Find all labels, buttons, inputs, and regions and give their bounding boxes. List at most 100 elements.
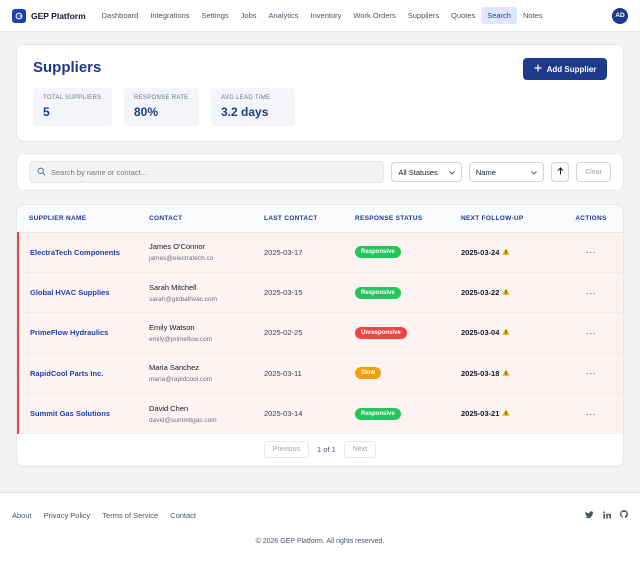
column-header-supplier-name[interactable]: Supplier Name xyxy=(18,205,149,233)
table-header-row: Supplier Name Contact Last Contact Respo… xyxy=(18,205,623,233)
nav-item-jobs[interactable]: Jobs xyxy=(235,7,263,24)
column-header-last-contact[interactable]: Last Contact xyxy=(264,205,355,233)
contact-name: Emily Watson xyxy=(149,322,195,332)
sort-value: Name xyxy=(475,167,496,177)
supplier-name-cell: ElectraTech Components xyxy=(17,232,149,273)
stat-avg-lead-time: Avg Lead Time 3.2 days xyxy=(211,88,295,126)
more-actions-icon[interactable]: ··· xyxy=(586,247,597,257)
follow-up-value: 2025-03-04 xyxy=(461,328,511,338)
twitter-icon[interactable] xyxy=(585,510,594,521)
last-contact-date: 2025-03-14 xyxy=(264,409,303,419)
more-actions-icon[interactable]: ··· xyxy=(586,288,597,298)
more-actions-icon[interactable]: ··· xyxy=(586,328,597,338)
response-status-badge: Responsive xyxy=(355,246,401,259)
stat-label: Total Suppliers xyxy=(43,95,102,101)
nav-item-suppliers[interactable]: Suppliers xyxy=(402,7,445,24)
table-row[interactable]: ElectraTech Components James O'Connor jame… xyxy=(17,232,623,273)
linkedin-icon[interactable] xyxy=(603,510,611,521)
brand[interactable]: GEP Platform xyxy=(12,8,86,23)
contact-cell: Emily Watson emily@primeflow.com xyxy=(149,313,264,353)
contact-email: emily@primeflow.com xyxy=(149,335,213,343)
contact-name: James O'Connor xyxy=(149,242,206,252)
page-footer: About Privacy Policy Terms of Service Conta… xyxy=(0,492,640,563)
footer-link-contact[interactable]: Contact xyxy=(170,511,196,520)
nav-item-integrations[interactable]: Integrations xyxy=(144,7,195,24)
nav-menu: Dashboard Integrations Settings Jobs Analyti… xyxy=(96,7,612,24)
table-row[interactable]: Global HVAC Supplies Sarah Mitchell sarah@… xyxy=(17,272,623,313)
warning-icon xyxy=(502,369,511,378)
nav-item-analytics[interactable]: Analytics xyxy=(263,7,305,24)
column-header-actions: Actions xyxy=(559,205,623,233)
contact-name: Sarah Mitchell xyxy=(149,282,197,292)
stat-label: Response Rate xyxy=(134,95,189,101)
column-header-next-follow-up[interactable]: Next Follow-up xyxy=(461,205,559,233)
column-header-contact[interactable]: Contact xyxy=(149,205,264,233)
next-follow-up-cell: 2025-03-24 xyxy=(461,232,559,272)
supplier-name-link[interactable]: ElectraTech Components xyxy=(30,248,120,257)
supplier-name-link[interactable]: PrimeFlow Hydraulics xyxy=(30,328,108,337)
table-row[interactable]: PrimeFlow Hydraulics Emily Watson emily@pr… xyxy=(17,312,623,354)
follow-up-date: 2025-03-24 xyxy=(461,247,500,257)
table-row[interactable]: Summit Gas Solutions David Chen david@summ… xyxy=(17,393,623,434)
last-contact-date: 2025-03-15 xyxy=(264,288,303,298)
supplier-name-cell: Summit Gas Solutions xyxy=(17,393,149,434)
more-actions-icon[interactable]: ··· xyxy=(586,368,597,378)
suppliers-header-card: Suppliers Add Supplier Total Suppliers 5… xyxy=(16,44,624,142)
response-status-cell: Responsive xyxy=(355,232,461,272)
github-icon[interactable] xyxy=(620,510,628,521)
footer-link-privacy-policy[interactable]: Privacy Policy xyxy=(44,511,91,520)
search-input[interactable] xyxy=(51,167,371,177)
suppliers-table-card: Supplier Name Contact Last Contact Respo… xyxy=(16,204,624,467)
clear-filters-button[interactable]: Clear xyxy=(576,162,611,182)
response-status-badge: Slow xyxy=(355,367,382,380)
add-supplier-label: Add Supplier xyxy=(546,64,597,74)
next-follow-up-cell: 2025-03-18 xyxy=(461,353,559,393)
brand-name: GEP Platform xyxy=(31,10,86,21)
table-row[interactable]: RapidCool Parts Inc. Maria Sanchez maria@r… xyxy=(17,353,623,394)
status-filter-select[interactable]: All Statuses xyxy=(391,162,462,182)
user-avatar[interactable]: AD xyxy=(612,7,628,24)
follow-up-date: 2025-03-04 xyxy=(461,328,500,338)
nav-item-search[interactable]: Search xyxy=(481,7,517,24)
add-supplier-button[interactable]: Add Supplier xyxy=(523,58,607,80)
nav-item-settings[interactable]: Settings xyxy=(196,7,235,24)
supplier-name-cell: PrimeFlow Hydraulics xyxy=(17,312,149,354)
next-follow-up-cell: 2025-03-22 xyxy=(461,272,559,312)
actions-cell: ··· xyxy=(559,232,623,272)
sort-direction-button[interactable] xyxy=(551,162,570,182)
status-filter-value: All Statuses xyxy=(398,167,438,177)
nav-item-work-orders[interactable]: Work Orders xyxy=(347,7,401,24)
contact-email: maria@rapidcool.com xyxy=(149,376,213,384)
next-page-button[interactable]: Next xyxy=(343,440,377,458)
more-actions-icon[interactable]: ··· xyxy=(586,409,597,419)
chevron-down-icon xyxy=(531,168,538,177)
chevron-down-icon xyxy=(449,168,455,177)
supplier-name-link[interactable]: Summit Gas Solutions xyxy=(30,409,110,418)
nav-item-notes[interactable]: Notes xyxy=(517,7,549,24)
follow-up-date: 2025-03-21 xyxy=(461,409,500,419)
next-follow-up-cell: 2025-03-04 xyxy=(461,313,559,353)
supplier-name-link[interactable]: RapidCool Parts Inc. xyxy=(30,369,103,378)
actions-cell: ··· xyxy=(559,394,623,434)
follow-up-value: 2025-03-21 xyxy=(461,409,511,419)
last-contact-date: 2025-03-17 xyxy=(264,247,303,257)
pagination: Previous 1 of 1 Next xyxy=(17,434,623,464)
nav-item-dashboard[interactable]: Dashboard xyxy=(96,7,145,24)
stats-row: Total Suppliers 5 Response Rate 80% Avg … xyxy=(33,88,607,126)
contact-cell: Maria Sanchez maria@rapidcool.com xyxy=(149,353,264,393)
supplier-name-link[interactable]: Global HVAC Supplies xyxy=(30,288,109,297)
suppliers-table: Supplier Name Contact Last Contact Respo… xyxy=(17,205,623,434)
warning-icon xyxy=(502,328,511,337)
column-header-response-status[interactable]: Response Status xyxy=(355,205,461,233)
previous-page-button[interactable]: Previous xyxy=(263,440,310,458)
footer-link-terms-of-service[interactable]: Terms of Service xyxy=(102,511,158,520)
footer-link-about[interactable]: About xyxy=(12,511,32,520)
sort-select[interactable]: Name xyxy=(468,162,545,182)
nav-item-quotes[interactable]: Quotes xyxy=(445,7,481,24)
last-contact-date: 2025-03-11 xyxy=(264,368,302,378)
search-field[interactable] xyxy=(29,161,385,183)
nav-item-inventory[interactable]: Inventory xyxy=(305,7,348,24)
page-info: 1 of 1 xyxy=(317,444,336,454)
actions-cell: ··· xyxy=(559,272,623,312)
contact-name: Maria Sanchez xyxy=(149,363,200,373)
